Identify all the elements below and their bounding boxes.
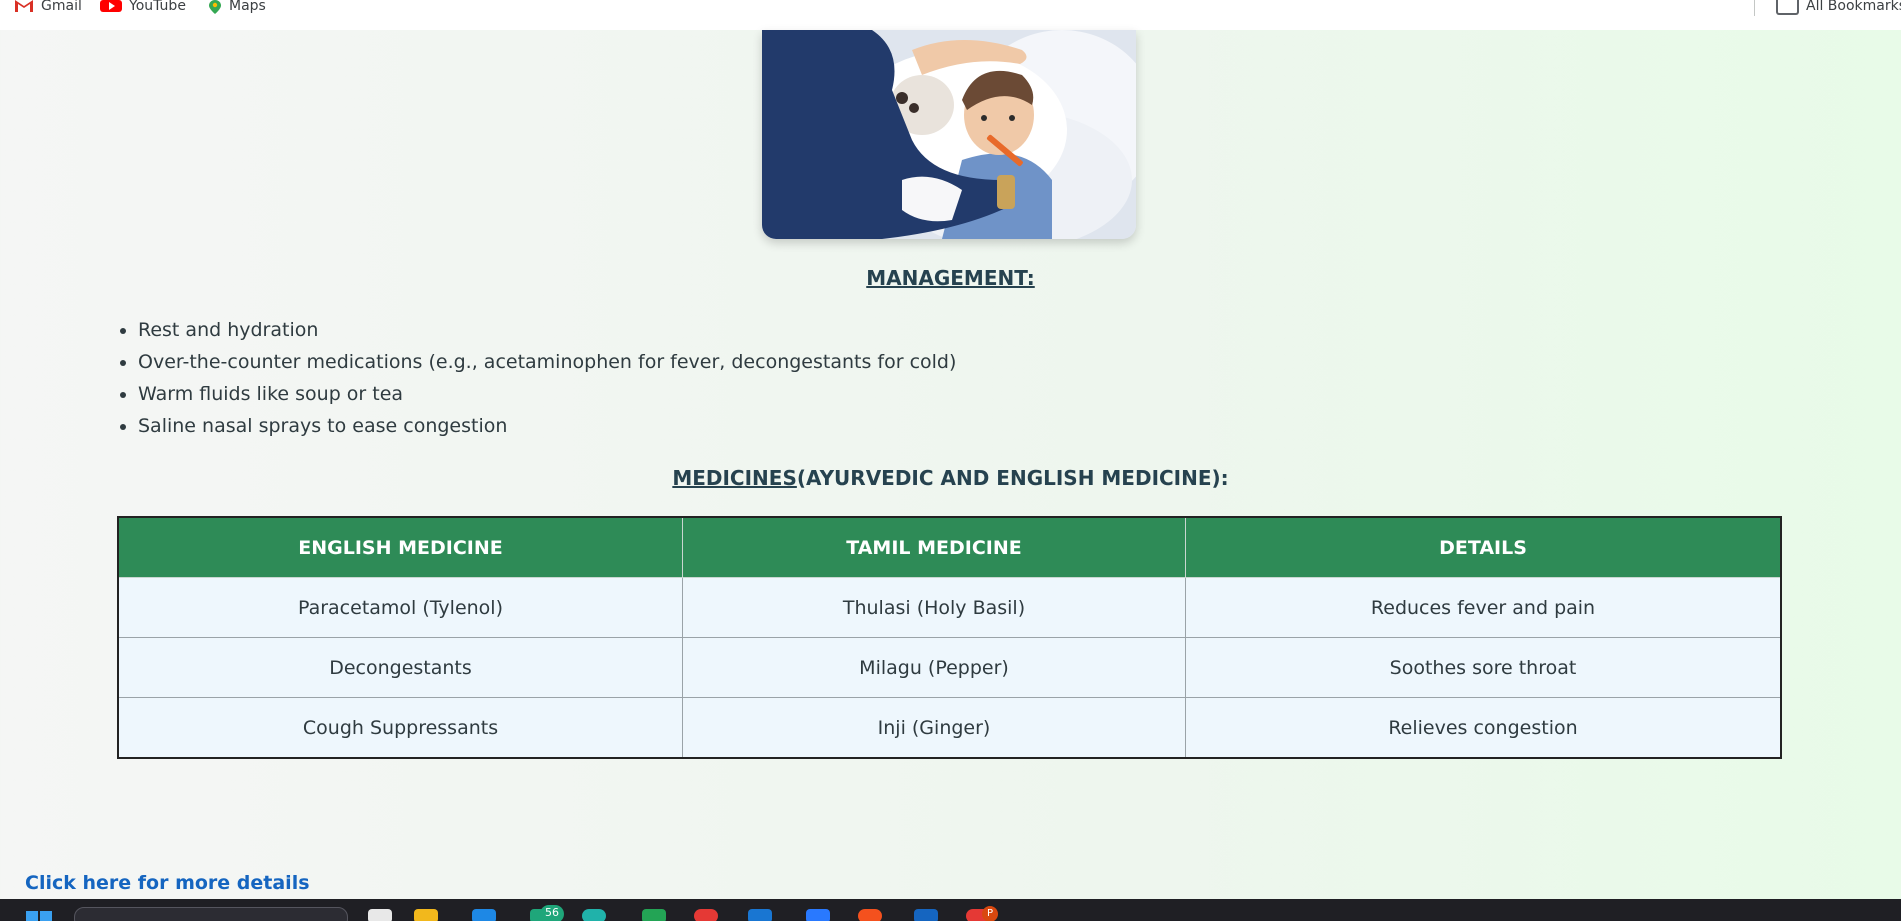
- taskbar: 56 P: [0, 899, 1901, 921]
- app-icon[interactable]: [368, 909, 392, 921]
- medicines-subtitle: (AYURVEDIC AND ENGLISH MEDICINE):: [796, 466, 1229, 490]
- bookmark-maps[interactable]: Maps: [208, 0, 266, 14]
- table-row: Paracetamol (Tylenol) Thulasi (Holy Basi…: [117, 577, 1782, 638]
- list-item: Warm fluids like soup or tea: [138, 378, 956, 410]
- list-item: Saline nasal sprays to ease congestion: [138, 410, 956, 442]
- management-list: Rest and hydration Over-the-counter medi…: [112, 314, 956, 442]
- file-explorer-icon[interactable]: [414, 909, 438, 921]
- app-icon[interactable]: [806, 909, 830, 921]
- bookmarks-divider: [1754, 0, 1755, 16]
- management-heading: MANAGEMENT:: [0, 266, 1901, 290]
- app-icon[interactable]: [914, 909, 938, 921]
- table-cell: Relieves congestion: [1185, 697, 1782, 759]
- bookmarks-bar: Gmail YouTube Maps All Bookmarks: [0, 0, 1901, 30]
- table-cell: Milagu (Pepper): [682, 637, 1186, 698]
- column-header-details: DETAILS: [1185, 516, 1782, 578]
- youtube-icon: [100, 0, 122, 12]
- bookmark-label: Maps: [229, 0, 266, 14]
- all-bookmarks-link[interactable]: All Bookmarks: [1806, 0, 1901, 13]
- app-icon[interactable]: [642, 909, 666, 921]
- app-icon[interactable]: [748, 909, 772, 921]
- bookmark-label: Gmail: [41, 0, 82, 14]
- table-cell: Inji (Ginger): [682, 697, 1186, 759]
- table-cell: Decongestants: [117, 637, 683, 698]
- table-cell: Paracetamol (Tylenol): [117, 577, 683, 638]
- bookmark-gmail[interactable]: Gmail: [14, 0, 82, 14]
- gmail-icon: [15, 0, 33, 12]
- column-header-tamil: TAMIL MEDICINE: [682, 516, 1186, 578]
- table-row: Cough Suppressants Inji (Ginger) Relieve…: [117, 697, 1782, 759]
- sick-child-illustration: [762, 30, 1136, 239]
- medicines-title: MEDICINES: [672, 466, 797, 490]
- app-icon[interactable]: [858, 909, 882, 921]
- sick-child-image: [762, 30, 1136, 239]
- notification-badge: 56: [540, 905, 564, 921]
- more-details-link[interactable]: Click here for more details: [25, 872, 310, 894]
- list-item: Rest and hydration: [138, 314, 956, 346]
- maps-pin-icon: [209, 0, 221, 14]
- management-title: MANAGEMENT:: [866, 266, 1035, 290]
- list-item: Over-the-counter medications (e.g., acet…: [138, 346, 956, 378]
- folder-icon: [1776, 0, 1799, 15]
- medicines-heading: MEDICINES(AYURVEDIC AND ENGLISH MEDICINE…: [0, 466, 1901, 490]
- taskbar-search-input[interactable]: [74, 907, 348, 921]
- column-header-english: ENGLISH MEDICINE: [117, 516, 683, 578]
- app-icon[interactable]: [694, 909, 718, 921]
- table-header-row: ENGLISH MEDICINE TAMIL MEDICINE DETAILS: [117, 516, 1782, 578]
- table-row: Decongestants Milagu (Pepper) Soothes so…: [117, 637, 1782, 698]
- notification-badge: P: [982, 906, 998, 921]
- table-cell: Thulasi (Holy Basil): [682, 577, 1186, 638]
- windows-start-icon[interactable]: [26, 911, 52, 921]
- app-icon[interactable]: [582, 909, 606, 921]
- bookmark-label: YouTube: [129, 0, 186, 14]
- table-cell: Soothes sore throat: [1185, 637, 1782, 698]
- app-icon[interactable]: [472, 909, 496, 921]
- medicines-table: ENGLISH MEDICINE TAMIL MEDICINE DETAILS …: [117, 516, 1782, 759]
- table-cell: Reduces fever and pain: [1185, 577, 1782, 638]
- bookmark-youtube[interactable]: YouTube: [100, 0, 186, 14]
- table-cell: Cough Suppressants: [117, 697, 683, 759]
